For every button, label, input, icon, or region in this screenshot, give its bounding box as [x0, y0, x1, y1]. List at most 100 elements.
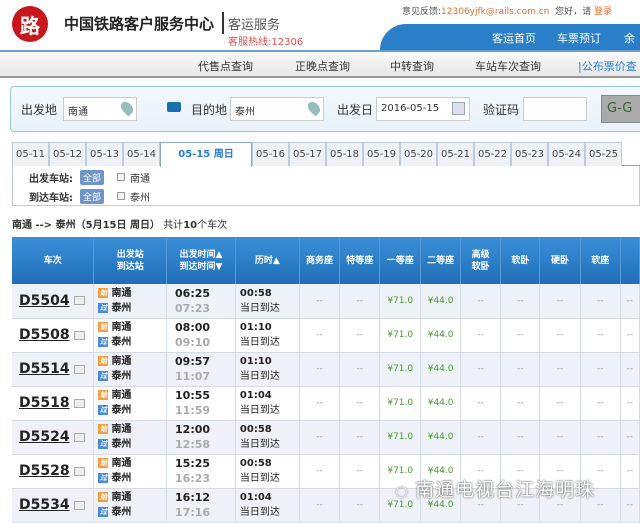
seat-unavailable: --: [501, 284, 540, 318]
seat-unavailable: --: [620, 386, 639, 420]
calendar-icon[interactable]: [452, 102, 465, 115]
train-number[interactable]: D5504: [12, 284, 94, 318]
train-info-icon[interactable]: [74, 433, 85, 442]
train-number[interactable]: D5524: [12, 420, 94, 454]
login-link[interactable]: 登录: [594, 7, 612, 17]
date-tab[interactable]: 05-25: [585, 142, 622, 166]
train-info-icon[interactable]: [74, 399, 85, 408]
date-tab[interactable]: 05-15 周日: [160, 142, 252, 167]
train-number[interactable]: D5528: [12, 454, 94, 488]
col-stations: 出发站到达站: [94, 237, 167, 284]
train-number[interactable]: D5514: [12, 352, 94, 386]
top-nav-home[interactable]: 客运首页: [492, 30, 536, 46]
route: 南通 --> 泰州（5月15日 周日）: [12, 220, 160, 231]
date-tab[interactable]: 05-18: [326, 142, 363, 166]
table-row[interactable]: D5514始南通过泰州09:5711:0701:10当日到达----¥71.0¥…: [12, 352, 640, 386]
captcha-input[interactable]: [523, 97, 587, 121]
seat-unavailable: --: [580, 386, 620, 420]
train-info-icon[interactable]: [74, 296, 85, 305]
stations: 始南通过泰州: [94, 420, 167, 454]
date-tab[interactable]: 05-11: [12, 142, 49, 166]
date-tab[interactable]: 05-14: [123, 142, 160, 166]
date-tab[interactable]: 05-23: [511, 142, 548, 166]
arrive-station-label: 泰州: [130, 189, 150, 204]
train-info-icon[interactable]: [74, 467, 85, 476]
date-tab[interactable]: 05-21: [437, 142, 474, 166]
swap-icon[interactable]: [167, 102, 181, 112]
table-row[interactable]: D5518始南通过泰州10:5511:5901:04当日到达----¥71.0¥…: [12, 386, 640, 420]
depart-all-button[interactable]: 全部: [80, 170, 104, 185]
arrive-all-button[interactable]: 全部: [80, 189, 104, 204]
sub-nav: 代售点查询 正晚点查询 中转查询 车站车次查询 |公布票价查: [0, 50, 640, 78]
top-nav-remaining[interactable]: 余: [624, 30, 635, 46]
end-station-icon: 过: [98, 405, 108, 415]
nav-transfer-query[interactable]: 中转查询: [390, 58, 434, 74]
date-tab[interactable]: 05-16: [252, 142, 289, 166]
nav-fare-query[interactable]: |公布票价查: [578, 58, 637, 74]
date-tab[interactable]: 05-20: [400, 142, 437, 166]
search-bar: 出发地 南通 目的地 泰州 出发日 2016-05-15 验证码 G-G: [10, 86, 640, 132]
nav-station-train-query[interactable]: 车站车次查询: [475, 58, 541, 74]
from-value: 南通: [68, 107, 88, 118]
table-row[interactable]: D5524始南通过泰州12:0012:5800:58当日到达----¥71.0¥…: [12, 420, 640, 454]
date-tab[interactable]: 05-12: [49, 142, 86, 166]
nav-punctuality-query[interactable]: 正晚点查询: [295, 58, 350, 74]
stations: 始南通过泰州: [94, 488, 167, 522]
count-pre: 共计: [163, 220, 183, 231]
to-input[interactable]: 泰州: [230, 97, 324, 121]
start-station-icon: 始: [98, 492, 108, 502]
result-summary: 南通 --> 泰州（5月15日 周日） 共计10个车次: [12, 216, 227, 231]
seat-unavailable: --: [540, 318, 581, 352]
top-nav-booking[interactable]: 车票预订: [557, 30, 601, 46]
end-station-icon: 过: [98, 507, 108, 517]
nav-agency-query[interactable]: 代售点查询: [198, 58, 253, 74]
seat-unavailable: --: [299, 318, 340, 352]
captcha-image[interactable]: G-G: [601, 95, 640, 123]
seat-unavailable: --: [620, 352, 639, 386]
from-label: 出发地: [21, 101, 57, 118]
seat-unavailable: --: [340, 386, 380, 420]
duration: 00:58当日到达: [235, 284, 299, 318]
date-tab[interactable]: 05-24: [548, 142, 585, 166]
from-input[interactable]: 南通: [63, 97, 137, 121]
arrive-station-checkbox[interactable]: [117, 192, 125, 200]
seat-unavailable: --: [540, 420, 581, 454]
top-nav: 客运首页 车票预订 余: [380, 24, 640, 50]
seat-unavailable: --: [580, 318, 620, 352]
col-times[interactable]: 出发时间▲到达时间▼: [167, 237, 236, 284]
seat-unavailable: --: [299, 386, 340, 420]
depart-station-checkbox[interactable]: [117, 173, 125, 181]
train-info-icon[interactable]: [74, 331, 85, 340]
seat-unavailable: --: [580, 420, 620, 454]
start-station-icon: 始: [98, 322, 108, 332]
train-info-icon[interactable]: [74, 365, 85, 374]
table-row[interactable]: D5504始南通过泰州06:2507:2300:58当日到达----¥71.0¥…: [12, 284, 640, 318]
train-number[interactable]: D5534: [12, 488, 94, 522]
stations: 始南通过泰州: [94, 284, 167, 318]
train-number[interactable]: D5508: [12, 318, 94, 352]
date-tab[interactable]: 05-19: [363, 142, 400, 166]
end-station-icon: 过: [98, 439, 108, 449]
to-label: 目的地: [191, 101, 227, 118]
seat-unavailable: --: [620, 318, 639, 352]
table-row[interactable]: D5508始南通过泰州08:0009:1001:10当日到达----¥71.0¥…: [12, 318, 640, 352]
table-header: 车次 出发站到达站 出发时间▲到达时间▼ 历时▲ 商务座 特等座 一等座 二等座…: [12, 237, 640, 284]
date-tab[interactable]: 05-17: [289, 142, 326, 166]
times: 15:2516:23: [167, 454, 236, 488]
seat-unavailable: --: [460, 318, 501, 352]
seat-unavailable: --: [540, 284, 581, 318]
col-duration[interactable]: 历时▲: [235, 237, 299, 284]
date-tab[interactable]: 05-22: [474, 142, 511, 166]
location-pin-icon: [119, 100, 136, 117]
duration: 01:10当日到达: [235, 318, 299, 352]
seat-unavailable: --: [460, 352, 501, 386]
stations: 始南通过泰州: [94, 352, 167, 386]
train-count: 10: [183, 220, 197, 231]
date-input[interactable]: 2016-05-15: [376, 97, 470, 121]
second-class-price: ¥44.0: [421, 386, 460, 420]
date-tab[interactable]: 05-13: [86, 142, 123, 166]
feedback-email[interactable]: 12306yjfk@rails.com.cn: [441, 7, 549, 17]
railway-logo[interactable]: 路: [12, 6, 48, 42]
train-info-icon[interactable]: [74, 501, 85, 510]
train-number[interactable]: D5518: [12, 386, 94, 420]
